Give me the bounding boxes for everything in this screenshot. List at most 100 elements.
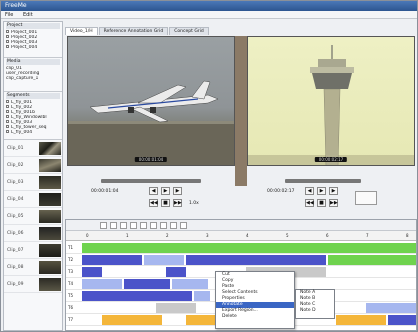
rewind-button[interactable]: ◀◀	[149, 199, 158, 207]
clip-thumbnail	[39, 278, 61, 291]
thumbnail-row[interactable]: Clip_05	[4, 208, 62, 225]
seek-bar-right[interactable]	[285, 179, 361, 183]
checkbox-icon[interactable]	[6, 120, 9, 123]
clip-thumbnail	[39, 159, 61, 172]
annotation-block[interactable]	[172, 279, 208, 289]
thumbnail-row[interactable]: Clip_08	[4, 259, 62, 276]
annotation-block[interactable]	[144, 255, 184, 265]
annotation-block[interactable]	[82, 267, 102, 277]
media-item[interactable]: clip_capture_1	[6, 76, 60, 81]
menu-edit[interactable]: Edit	[23, 12, 33, 18]
video-viewer-left[interactable]: 00:00:01:04	[67, 36, 235, 166]
annotation-block[interactable]	[336, 315, 386, 325]
checkbox-icon[interactable]	[6, 35, 9, 38]
annotation-block[interactable]	[102, 315, 162, 325]
annotation-block[interactable]	[166, 267, 186, 277]
checkbox-icon[interactable]	[6, 125, 9, 128]
rewind-button[interactable]: ◀◀	[305, 199, 314, 207]
annotation-block[interactable]	[124, 279, 170, 289]
submenu-item[interactable]: Note D	[296, 308, 334, 314]
annotation-block[interactable]	[156, 303, 196, 313]
play-button[interactable]: ▶	[317, 187, 326, 195]
checkbox-icon[interactable]	[6, 30, 9, 33]
player-controls-right: 00:00:02:17 ◀ ▶ ▶ ◀◀ ■ ▶▶	[247, 177, 415, 219]
stop-button[interactable]: ■	[317, 199, 326, 207]
annotation-block[interactable]	[366, 303, 416, 313]
fast-forward-button[interactable]: ▶▶	[173, 199, 182, 207]
timeline-ruler[interactable]: 0 1 2 3 4 5 6 7 8	[66, 231, 416, 241]
media-panel-header: Media	[6, 59, 60, 65]
timecode-right: 00:00:02:17	[267, 189, 295, 194]
video-right-timecode: 00:00:02:17	[314, 157, 348, 162]
checkbox-icon[interactable]	[6, 110, 9, 113]
clip-thumbnail	[39, 193, 61, 206]
seek-bar-left[interactable]	[101, 179, 201, 183]
timeline-track[interactable]: T1	[66, 242, 416, 254]
checkbox-icon[interactable]	[6, 115, 9, 118]
tab-concept-grid[interactable]: Concept Grid	[169, 27, 209, 35]
checkbox-icon[interactable]	[6, 100, 9, 103]
menu-file[interactable]: File	[5, 12, 13, 18]
airplane-frame	[68, 80, 234, 165]
tower-frame	[248, 45, 414, 165]
select-tool-icon[interactable]	[100, 222, 107, 229]
fast-forward-button[interactable]: ▶▶	[329, 199, 338, 207]
clip-thumbnail	[39, 261, 61, 274]
video-viewer-right[interactable]: 00:00:02:17	[247, 36, 415, 166]
thumbnail-row[interactable]: Clip_02	[4, 157, 62, 174]
stop-button[interactable]: ■	[161, 199, 170, 207]
tab-video[interactable]: Video_1/H	[65, 27, 98, 35]
menu-item-delete[interactable]: Delete	[216, 314, 294, 320]
thumbnail-row[interactable]: Clip_07	[4, 242, 62, 259]
zoom-in-icon[interactable]	[120, 222, 127, 229]
annotation-block[interactable]	[194, 291, 210, 301]
checkbox-icon[interactable]	[6, 40, 9, 43]
timeline-track[interactable]: T2	[66, 254, 416, 266]
timecode-left: 00:00:01:04	[91, 189, 119, 194]
thumbnail-row[interactable]: Clip_03	[4, 174, 62, 191]
segments-panel: Segments L_fly_001 L_fly_002 L_fly_001b …	[4, 92, 62, 140]
checkbox-icon[interactable]	[6, 130, 9, 133]
context-menu: Cut Copy Paste Select Contents Propertie…	[215, 271, 295, 329]
window-title: FreeMe	[5, 2, 27, 9]
merge-icon[interactable]	[170, 222, 177, 229]
clip-thumbnail	[39, 176, 61, 189]
zoom-out-icon[interactable]	[130, 222, 137, 229]
annotation-block[interactable]	[186, 255, 326, 265]
next-frame-button[interactable]: ▶	[329, 187, 338, 195]
context-submenu: Note A Note B Note C Note D	[295, 289, 335, 319]
thumbnail-row[interactable]: Clip_06	[4, 225, 62, 242]
segments-panel-header: Segments	[6, 93, 60, 99]
tab-reference-annotation-grid[interactable]: Reference Annotation Grid	[98, 27, 169, 35]
thumbnail-row[interactable]: Clip_04	[4, 191, 62, 208]
annotation-block[interactable]	[82, 279, 122, 289]
snap-icon[interactable]	[150, 222, 157, 229]
project-item[interactable]: Project_004	[6, 45, 60, 50]
media-panel: Media clip_01 user_recording clip_captur…	[4, 58, 62, 92]
next-frame-button[interactable]: ▶	[173, 187, 182, 195]
segment-item[interactable]: L_fly_004	[6, 130, 60, 135]
view-tabs: Video_1/H Reference Annotation Grid Concep…	[65, 27, 417, 35]
prev-frame-button[interactable]: ◀	[149, 187, 158, 195]
annotation-block[interactable]	[388, 315, 416, 325]
play-button[interactable]: ▶	[161, 187, 170, 195]
split-icon[interactable]	[160, 222, 167, 229]
annotation-block[interactable]	[82, 243, 416, 253]
annotation-block[interactable]	[82, 291, 192, 301]
annotation-block[interactable]	[82, 255, 142, 265]
marker-icon[interactable]	[140, 222, 147, 229]
clip-thumbnail	[39, 210, 61, 223]
prev-frame-button[interactable]: ◀	[305, 187, 314, 195]
settings-icon[interactable]	[180, 222, 187, 229]
preview-box[interactable]	[355, 191, 377, 205]
thumbnail-row[interactable]: Clip_01	[4, 140, 62, 157]
checkbox-icon[interactable]	[6, 45, 9, 48]
clip-thumbnail	[39, 227, 61, 240]
thumbnail-row[interactable]: Clip_09	[4, 276, 62, 293]
speed-readout: 1.0x	[189, 201, 199, 206]
checkbox-icon[interactable]	[6, 105, 9, 108]
viewer-splitter[interactable]	[235, 36, 247, 186]
annotation-block[interactable]	[328, 255, 416, 265]
app-window: FreeMe File Edit Project Project_001 Pro…	[0, 0, 418, 332]
cut-tool-icon[interactable]	[110, 222, 117, 229]
